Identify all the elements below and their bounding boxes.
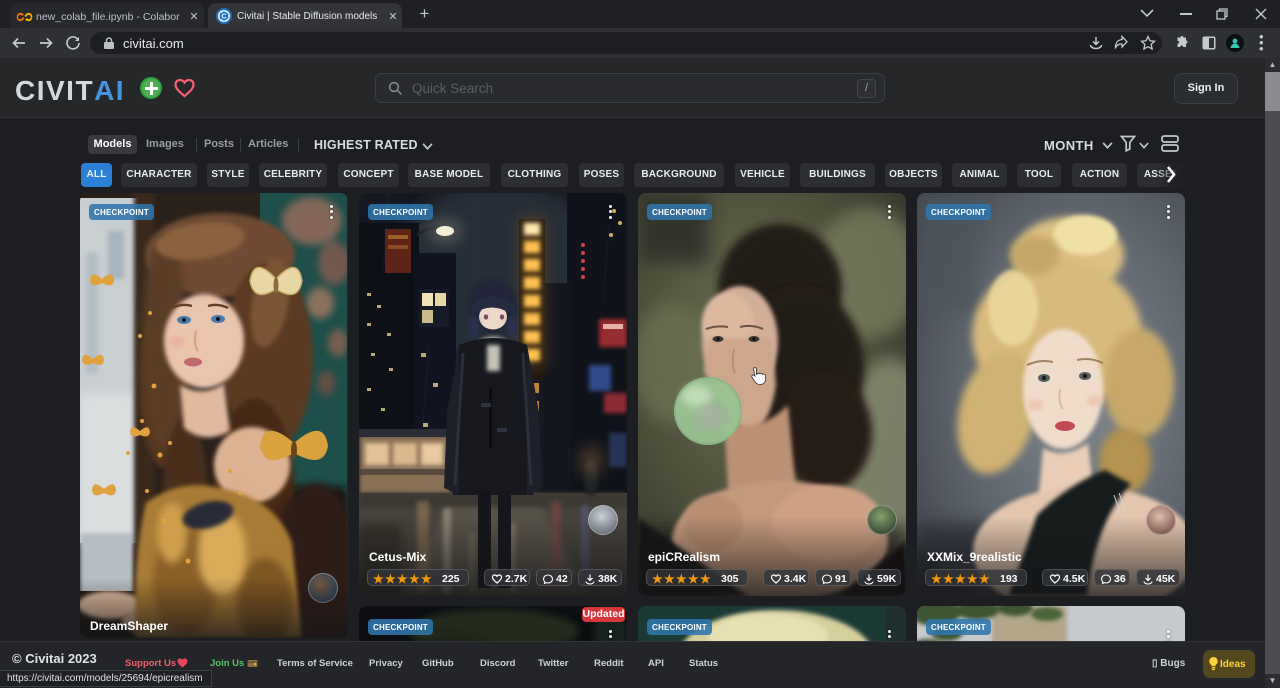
svg-text:C: C — [221, 14, 226, 21]
